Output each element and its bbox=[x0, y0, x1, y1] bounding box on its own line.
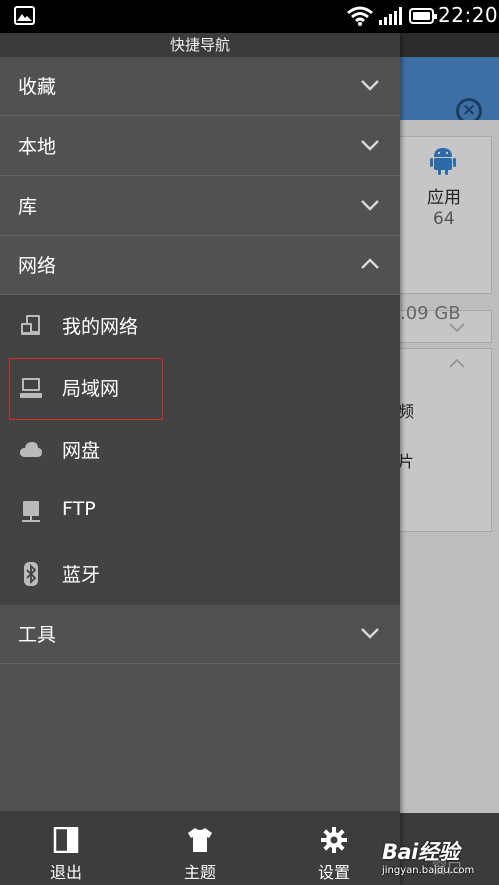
drawer-title: 快捷导航 bbox=[0, 33, 400, 57]
chevron-up-icon bbox=[449, 358, 465, 368]
exit-button[interactable]: 退出 bbox=[16, 811, 116, 885]
background-text-1: 频 bbox=[400, 402, 415, 421]
image-notification-icon bbox=[14, 6, 35, 25]
watermark: Bai经验 jingyan.baidu.com bbox=[378, 832, 499, 885]
network-item-bluetooth[interactable]: 蓝牙 bbox=[0, 543, 400, 605]
battery-icon bbox=[409, 8, 437, 24]
expanded-card bbox=[400, 348, 492, 532]
background-text-2: 片 bbox=[400, 452, 415, 471]
apps-card: 应用 64 bbox=[400, 136, 492, 294]
section-label: 工具 bbox=[18, 624, 57, 646]
settings-label: 设置 bbox=[317, 863, 350, 882]
network-item-label: 局域网 bbox=[62, 378, 120, 400]
network-item-lan[interactable]: 局域网 bbox=[0, 357, 400, 419]
exit-label: 退出 bbox=[49, 863, 82, 882]
status-bar: 22:20 bbox=[0, 0, 499, 33]
network-item-label: 蓝牙 bbox=[62, 564, 101, 586]
network-item-label: 网盘 bbox=[62, 440, 101, 462]
tshirt-icon bbox=[188, 828, 212, 852]
section-network[interactable]: 网络 bbox=[0, 236, 400, 295]
chevron-down-icon bbox=[361, 628, 379, 639]
network-item-ftp[interactable]: FTP bbox=[0, 481, 400, 543]
android-icon bbox=[430, 148, 456, 175]
settings-button[interactable]: 设置 bbox=[284, 811, 384, 885]
bluetooth-icon bbox=[24, 562, 38, 586]
chevron-up-icon bbox=[361, 258, 379, 269]
chevron-down-icon bbox=[361, 140, 379, 151]
section-favorites[interactable]: 收藏 bbox=[0, 57, 400, 116]
cloud-icon bbox=[20, 442, 42, 457]
wifi-icon bbox=[347, 6, 373, 26]
section-label: 收藏 bbox=[18, 76, 57, 98]
background-app: × 应用 64 .09 GB 频 片 窗口 bbox=[400, 33, 499, 885]
drawer-bottom-bar: 退出 主题 设置 bbox=[0, 811, 400, 885]
navigation-drawer: 快捷导航 收藏 本地 库 网络 我的网络 局域网 网盘 FTP 蓝牙 工具 退出… bbox=[0, 33, 400, 885]
theme-button[interactable]: 主题 bbox=[150, 811, 250, 885]
computer-icon bbox=[20, 378, 42, 398]
network-item-cloud[interactable]: 网盘 bbox=[0, 419, 400, 481]
ftp-server-icon bbox=[22, 501, 40, 522]
watermark-url: jingyan.baidu.com bbox=[382, 865, 475, 876]
section-local[interactable]: 本地 bbox=[0, 117, 400, 176]
apps-label: 应用 bbox=[427, 188, 461, 208]
section-library[interactable]: 库 bbox=[0, 177, 400, 236]
network-item-label: FTP bbox=[62, 498, 96, 520]
network-item-my-network[interactable]: 我的网络 bbox=[0, 295, 400, 357]
network-item-label: 我的网络 bbox=[62, 316, 139, 338]
storage-text: .09 GB bbox=[400, 303, 461, 324]
devices-icon bbox=[21, 315, 40, 335]
background-toolbar: × bbox=[400, 57, 499, 131]
theme-label: 主题 bbox=[183, 863, 216, 882]
gear-icon bbox=[321, 827, 347, 853]
chevron-down-icon bbox=[361, 80, 379, 91]
chevron-down-icon bbox=[361, 200, 379, 211]
clock: 22:20 bbox=[438, 3, 499, 27]
section-label: 网络 bbox=[18, 255, 57, 277]
apps-count: 64 bbox=[433, 209, 455, 229]
section-label: 库 bbox=[18, 196, 38, 218]
section-tools[interactable]: 工具 bbox=[0, 605, 400, 664]
signal-icon bbox=[379, 7, 402, 25]
exit-icon bbox=[53, 827, 79, 853]
watermark-text: Bai经验 bbox=[382, 840, 459, 864]
section-label: 本地 bbox=[18, 136, 57, 158]
